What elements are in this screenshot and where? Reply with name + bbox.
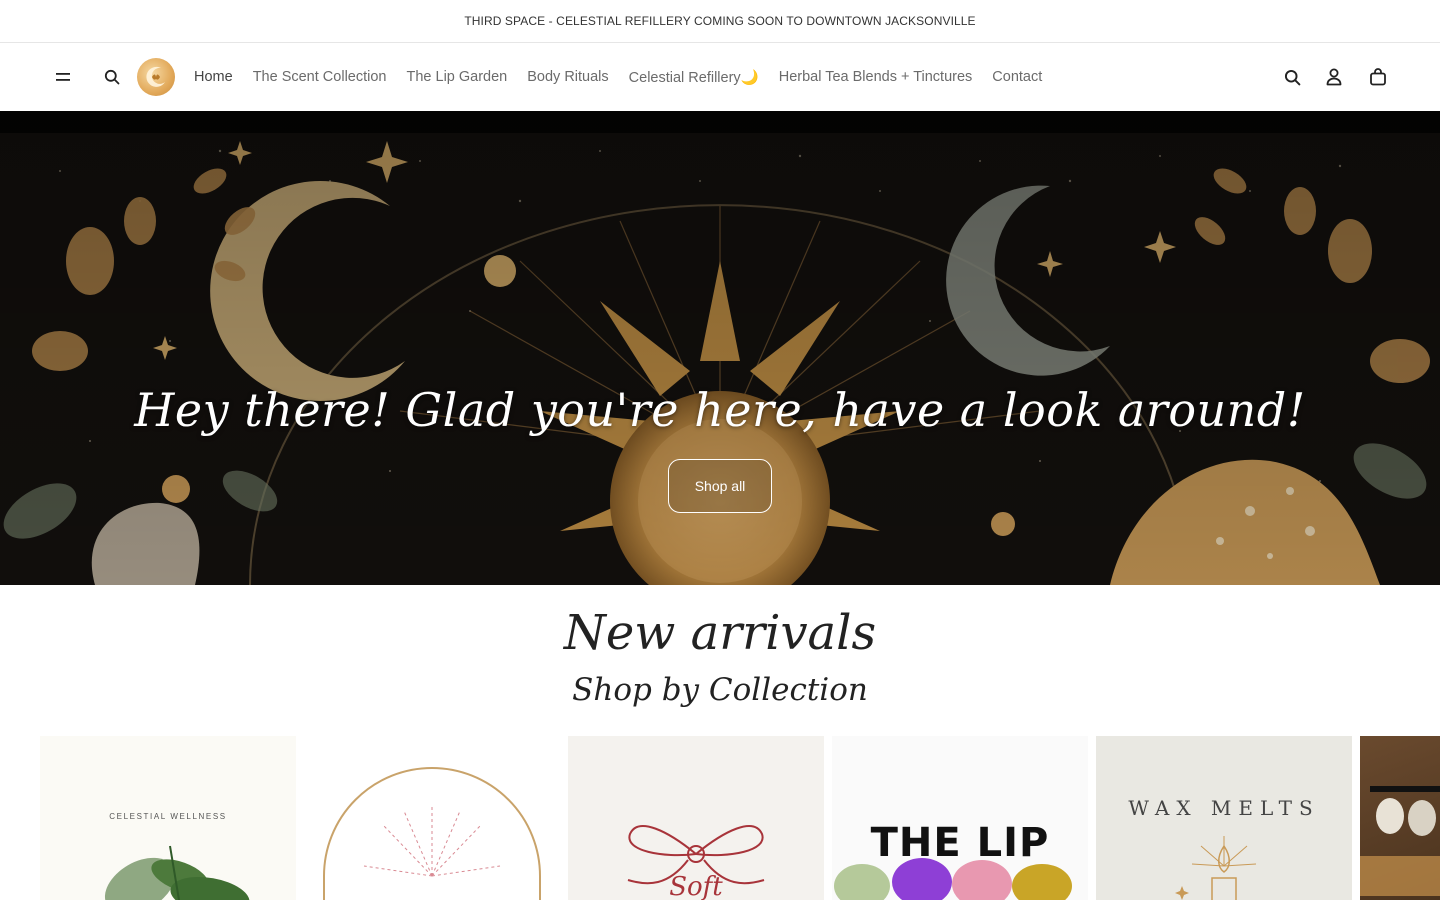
collection-card-the-lip[interactable]: THE LIP	[832, 736, 1088, 900]
announcement-text: THIRD SPACE - CELESTIAL REFILLERY COMING…	[464, 14, 976, 28]
collection-carousel: CELESTIAL WELLNESS Soft THE LIP WAX MELT…	[40, 736, 1440, 900]
shop-by-collection-heading: Shop by Collection	[572, 672, 868, 708]
brand-logo[interactable]	[137, 58, 175, 96]
site-header: Home The Scent Collection The Lip Garden…	[0, 43, 1440, 111]
search-icon[interactable]	[98, 63, 126, 91]
collection-label: Soft	[669, 872, 723, 900]
nav-scent-collection[interactable]: The Scent Collection	[253, 69, 387, 85]
plant-illustration	[104, 845, 250, 900]
hero-celestial-artwork	[0, 111, 1440, 585]
collection-card-arch[interactable]	[304, 736, 560, 900]
collection-card-celestial-wellness[interactable]: CELESTIAL WELLNESS	[40, 736, 296, 900]
announcement-bar: THIRD SPACE - CELESTIAL REFILLERY COMING…	[0, 0, 1440, 43]
collection-card-wax-melts[interactable]: WAX MELTS	[1096, 736, 1352, 900]
menu-icon[interactable]	[49, 63, 77, 91]
nav-herbal-tea[interactable]: Herbal Tea Blends + Tinctures	[779, 69, 973, 85]
arch-illustration	[323, 767, 541, 900]
nav-home[interactable]: Home	[194, 69, 233, 85]
collection-card-photo[interactable]	[1360, 736, 1440, 900]
cart-icon[interactable]	[1364, 63, 1392, 91]
collection-card-soft[interactable]: Soft	[568, 736, 824, 900]
nav-celestial-refillery[interactable]: Celestial Refillery🌙	[629, 69, 759, 86]
lips-illustration	[834, 858, 1072, 900]
hero-title: Hey there! Glad you're here, have a look…	[134, 383, 1306, 437]
nav-body-rituals[interactable]: Body Rituals	[527, 69, 608, 85]
account-icon[interactable]	[1320, 63, 1348, 91]
main-nav: Home The Scent Collection The Lip Garden…	[194, 43, 1042, 111]
header-search-icon[interactable]	[1278, 63, 1306, 91]
nav-lip-garden[interactable]: The Lip Garden	[406, 69, 507, 85]
hero-banner: Hey there! Glad you're here, have a look…	[0, 111, 1440, 585]
candle-illustration	[1175, 836, 1257, 900]
nav-contact[interactable]: Contact	[992, 69, 1042, 85]
new-arrivals-heading: New arrivals	[563, 605, 877, 661]
shop-all-button[interactable]: Shop all	[668, 459, 772, 513]
shelf-photo	[1360, 786, 1440, 896]
